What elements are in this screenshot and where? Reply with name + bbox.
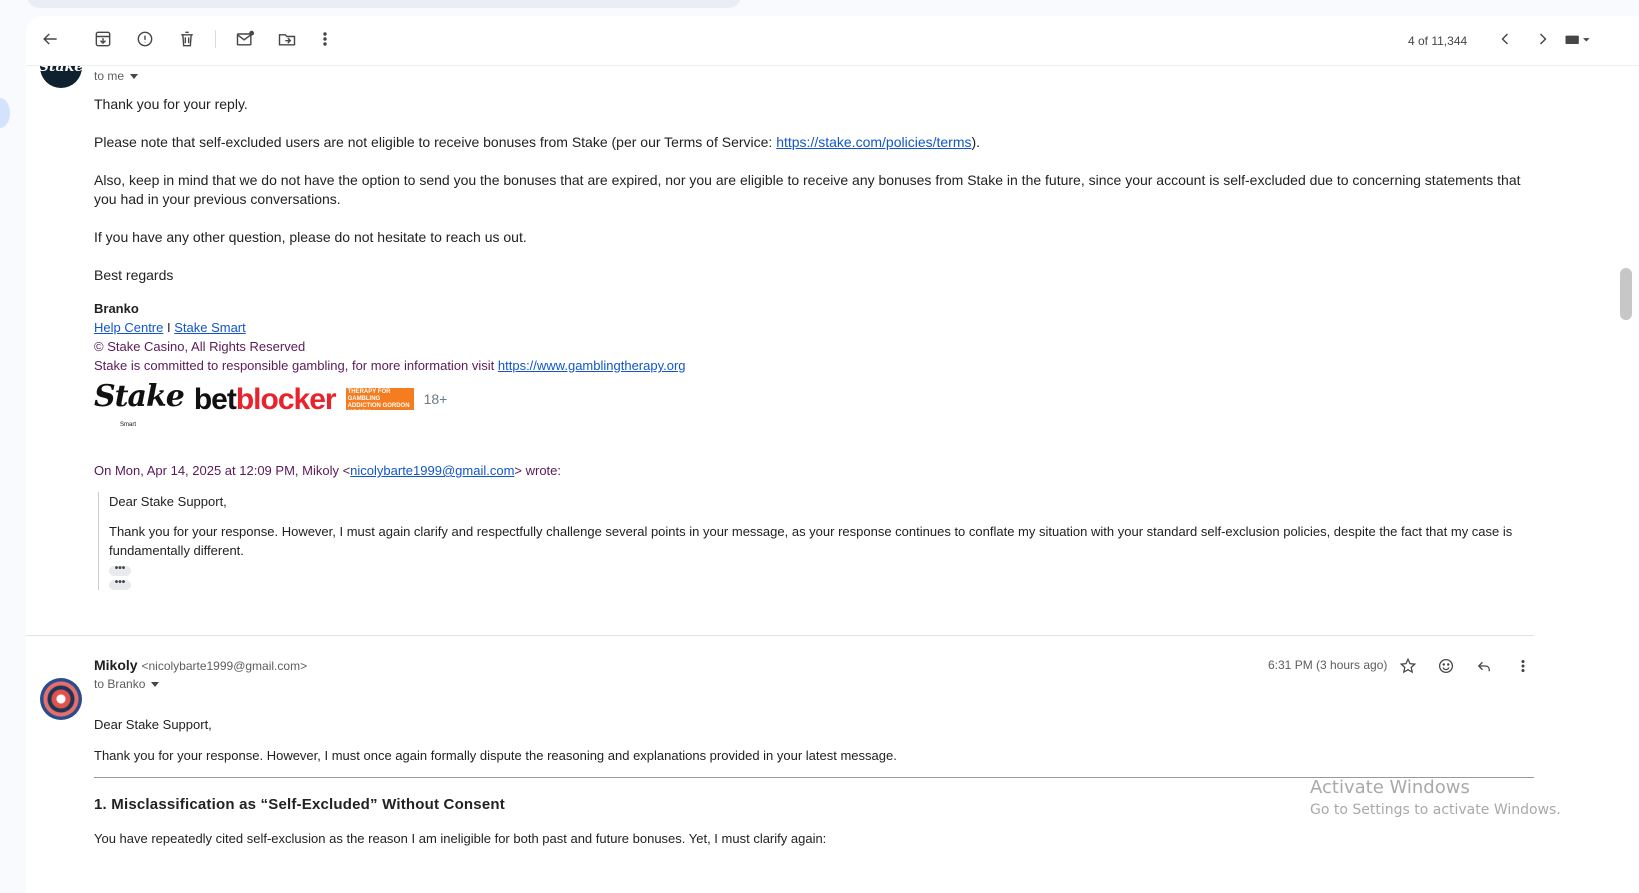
body-paragraph: If you have any other question, please d… bbox=[94, 229, 527, 245]
message-divider bbox=[26, 635, 1534, 636]
terms-link[interactable]: https://stake.com/policies/terms bbox=[776, 134, 971, 150]
timestamp: 6:31 PM (3 hours ago) bbox=[1268, 658, 1388, 672]
age-restriction-badge: 18+ bbox=[423, 390, 448, 407]
email-link[interactable]: nicolybarte1999@gmail.com bbox=[350, 463, 514, 478]
stake-smart-link[interactable]: Stake Smart bbox=[174, 320, 246, 335]
body-paragraph: Thank you for your response. However, I … bbox=[94, 748, 897, 763]
message-panel: 4 of 11,344 Stake to me Thank you for yo… bbox=[26, 16, 1639, 893]
toolbar-divider bbox=[215, 30, 216, 48]
show-trimmed-button[interactable]: ••• bbox=[109, 578, 131, 590]
body-paragraph: Best regards bbox=[94, 267, 174, 283]
recipient-label: to Branko bbox=[94, 677, 146, 691]
gordon-moody-logo[interactable]: THERAPY FOR GAMBLING ADDICTION GORDON MO… bbox=[345, 388, 414, 416]
quote-paragraph: Thank you for your response. However, I … bbox=[109, 524, 1513, 558]
avatar[interactable] bbox=[40, 678, 82, 720]
more-vert-icon[interactable] bbox=[1511, 654, 1535, 678]
responsible-gambling: Stake is committed to responsible gambli… bbox=[94, 356, 1534, 375]
compose-fab-edge[interactable] bbox=[0, 98, 10, 128]
stake-logo-sub: Smart bbox=[120, 422, 137, 428]
chevron-down-icon bbox=[130, 74, 139, 80]
search-bar-edge[interactable] bbox=[26, 0, 742, 8]
mark-unread-icon[interactable] bbox=[233, 27, 257, 51]
message-body: Thank you for your reply. Please note th… bbox=[94, 95, 1534, 590]
body-paragraph: Also, keep in mind that we do not have t… bbox=[94, 172, 1521, 207]
text: Please note that self-excluded users are… bbox=[94, 134, 777, 150]
back-arrow-icon[interactable] bbox=[38, 27, 62, 51]
archive-icon[interactable] bbox=[91, 27, 115, 51]
signature-name: Branko bbox=[94, 301, 139, 316]
scrollbar-thumb[interactable] bbox=[1620, 268, 1632, 320]
body-paragraph: Please note that self-excluded users are… bbox=[94, 133, 1534, 152]
text: On Mon, Apr 14, 2025 at 12:09 PM, Mikoly… bbox=[94, 463, 351, 478]
logo-row: Stake Smart betblocker THERAPY FOR GAMBL… bbox=[94, 381, 1534, 429]
signature: Branko Help Centre I Stake Smart © Stake… bbox=[94, 299, 1534, 429]
watermark-title: Activate Windows bbox=[1310, 777, 1470, 798]
more-vert-icon[interactable] bbox=[313, 27, 337, 51]
quote-header: On Mon, Apr 14, 2025 at 12:09 PM, Mikoly… bbox=[94, 461, 1534, 480]
recipient-toggle[interactable]: to Branko bbox=[94, 677, 160, 691]
emoji-icon[interactable] bbox=[1434, 654, 1458, 678]
message-counter: 4 of 11,344 bbox=[1408, 34, 1468, 48]
show-trimmed-button[interactable]: ••• bbox=[109, 564, 131, 576]
text: ). bbox=[971, 134, 981, 150]
keyboard-icon[interactable] bbox=[1561, 27, 1595, 51]
gambling-therapy-link[interactable]: https://www.gamblingtherapy.org bbox=[498, 358, 686, 373]
bet-text: bet bbox=[193, 382, 237, 416]
reply-icon[interactable] bbox=[1472, 654, 1496, 678]
quoted-message: Dear Stake Support, Thank you for your r… bbox=[98, 492, 1534, 590]
message-toolbar: 4 of 11,344 bbox=[26, 16, 1639, 66]
text: > wrote: bbox=[514, 463, 562, 478]
older-icon[interactable] bbox=[1531, 27, 1555, 51]
help-centre-link[interactable]: Help Centre bbox=[94, 320, 163, 335]
chevron-down-icon bbox=[151, 682, 160, 688]
blocker-text: blocker bbox=[235, 382, 337, 416]
activation-watermark: Activate Windows Go to Settings to activ… bbox=[1310, 777, 1561, 818]
copyright: © Stake Casino, All Rights Reserved bbox=[94, 339, 306, 354]
body-paragraph: You have repeatedly cited self-exclusion… bbox=[94, 831, 827, 846]
text: Stake is committed to responsible gambli… bbox=[94, 358, 498, 373]
body-paragraph: Dear Stake Support, bbox=[94, 717, 212, 732]
stake-logo-text: Stake bbox=[94, 379, 185, 414]
watermark-subtitle: Go to Settings to activate Windows. bbox=[1310, 802, 1561, 818]
delete-icon[interactable] bbox=[175, 27, 199, 51]
betblocker-logo[interactable]: betblocker bbox=[194, 384, 337, 414]
sender-name[interactable]: Mikoly bbox=[94, 657, 138, 673]
newer-icon[interactable] bbox=[1493, 27, 1517, 51]
recipient-label: to me bbox=[94, 69, 125, 83]
sender-info: Mikoly <nicolybarte1999@gmail.com> bbox=[94, 657, 307, 673]
stake-smart-logo[interactable]: Stake Smart bbox=[94, 382, 185, 429]
quote-paragraph: Dear Stake Support, bbox=[109, 494, 227, 509]
star-icon[interactable] bbox=[1396, 654, 1420, 678]
recipient-toggle[interactable]: to me bbox=[94, 69, 139, 83]
sender-email: <nicolybarte1999@gmail.com> bbox=[141, 659, 308, 673]
move-to-icon[interactable] bbox=[275, 27, 299, 51]
report-spam-icon[interactable] bbox=[133, 27, 157, 51]
body-paragraph: Thank you for your reply. bbox=[94, 96, 248, 112]
separator: I bbox=[163, 320, 175, 335]
